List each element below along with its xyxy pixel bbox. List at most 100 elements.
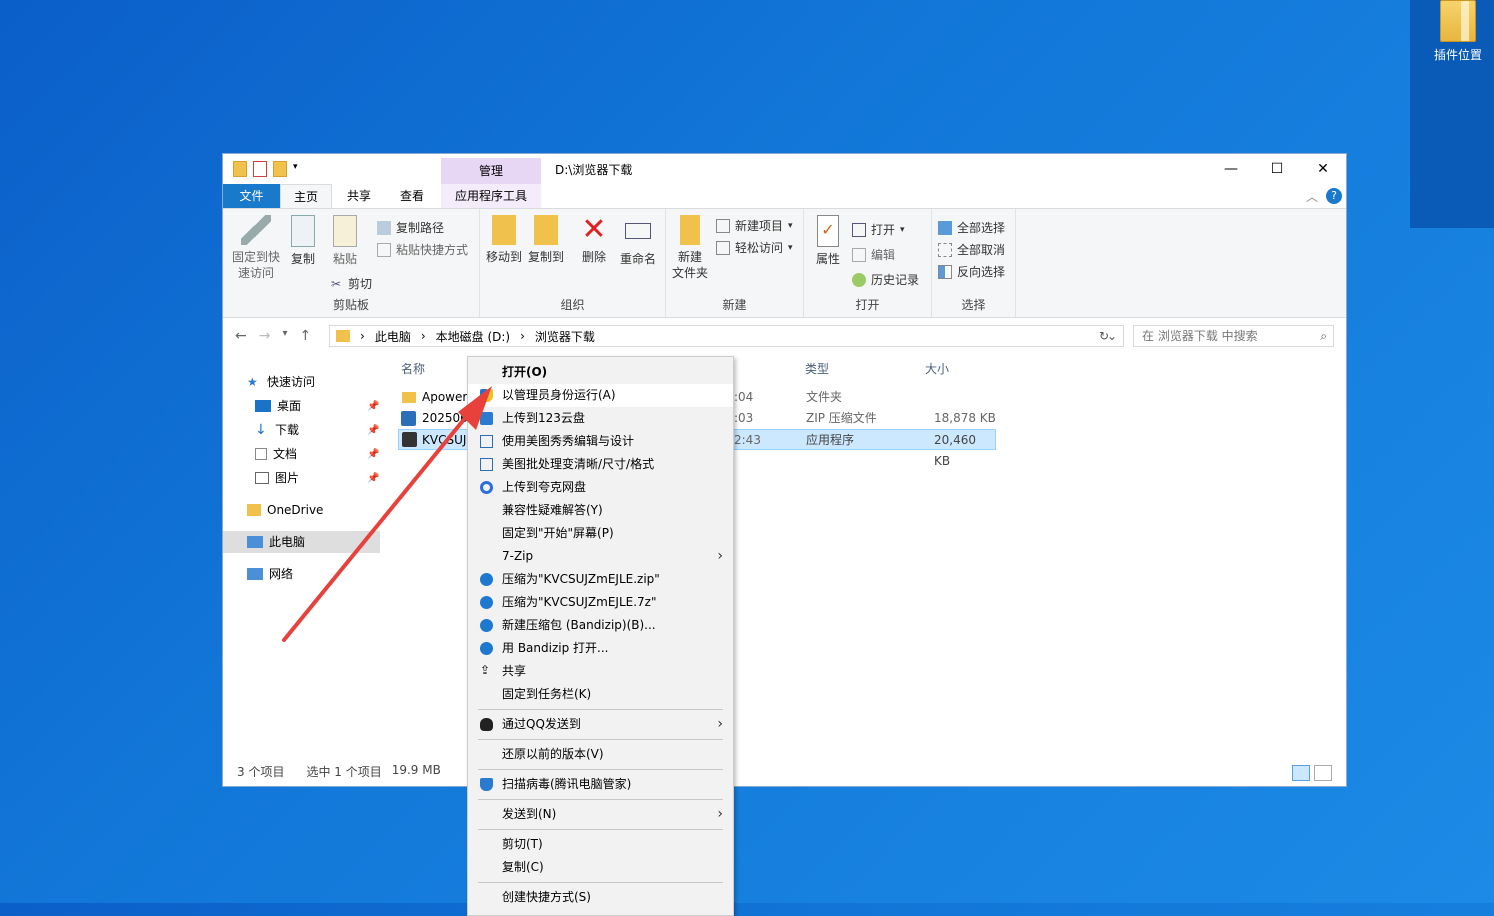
nav-downloads[interactable]: ↓ 下载 [255,419,299,441]
nav-this-pc[interactable]: 此电脑 [223,531,380,553]
ribbon-group-clipboard: 固定到快 速访问 复制 粘贴 复制路径 粘贴快捷方式 ✂ 剪切 剪贴板 [223,209,480,317]
tab-view[interactable]: 查看 [388,184,436,208]
large-icons-view-icon[interactable] [1314,765,1332,781]
bandizip-icon [480,596,493,609]
context-tab-manage[interactable]: 管理 [441,158,541,184]
column-header-size[interactable]: 大小 [925,360,949,377]
menu-item-7zip[interactable]: 7-Zip › [468,545,733,568]
search-input[interactable]: 在 浏览器下载 中搜索 ⌕ [1133,325,1334,347]
nav-quick-access[interactable]: ★ 快速访问 [247,371,315,393]
details-view-icon[interactable] [1292,765,1310,781]
cut-button[interactable]: ✂ 剪切 [329,275,372,292]
column-header-name[interactable]: 名称 [401,360,425,377]
select-all-button[interactable]: 全部选择 [938,219,1005,236]
copy-path-button[interactable]: 复制路径 [377,219,444,236]
menu-item-restore-previous[interactable]: 还原以前的版本(V) [468,743,733,766]
tab-share[interactable]: 共享 [335,184,383,208]
history-button[interactable]: 历史记录 [852,271,919,288]
menu-item-cut[interactable]: 剪切(T) [468,833,733,856]
menu-item-upload-123pan[interactable]: 上传到123云盘 [468,407,733,430]
open-button[interactable]: 打开 ▾ [852,221,905,238]
menu-item-open-bandizip[interactable]: 用 Bandizip 打开... [468,637,733,660]
select-none-button[interactable]: 全部取消 [938,241,1005,258]
minimize-button[interactable]: — [1208,154,1254,184]
collapse-ribbon-icon[interactable]: ︿ [1306,188,1318,205]
menu-item-new-archive-bandizip[interactable]: 新建压缩包 (Bandizip)(B)... [468,614,733,637]
menu-item-share[interactable]: ⇪ 共享 [468,660,733,683]
document-icon [255,448,267,460]
address-bar-row: ← → ▾ ↑ › 此电脑 › 本地磁盘 (D:) › 浏览器下载 ⌄ ↻ 在 … [223,320,1346,352]
menu-item-compatibility[interactable]: 兼容性疑难解答(Y) [468,499,733,522]
copy-button[interactable]: 复制 [287,215,319,267]
paste-button[interactable]: 粘贴 [329,215,361,267]
easy-access-button[interactable]: 轻松访问 ▾ [716,239,793,256]
nav-onedrive[interactable]: OneDrive [247,499,323,521]
invert-selection-button[interactable]: 反向选择 [938,263,1005,280]
nav-network[interactable]: 网络 [247,563,293,585]
copy-path-icon [377,220,391,235]
move-to-button[interactable]: 移动到 [484,215,524,265]
rename-button[interactable]: 重命名 [618,215,658,267]
edit-button[interactable]: 编辑 [852,246,895,263]
open-icon [852,222,866,237]
properties-button[interactable]: ✓ 属性 [810,215,846,267]
breadcrumb-drive-d[interactable]: 本地磁盘 (D:) [436,328,510,345]
quick-access-toolbar: ▾ [233,161,301,177]
menu-item-meitu-batch[interactable]: 美图批处理变清晰/尺寸/格式 [468,453,733,476]
menu-item-scan-virus[interactable]: 扫描病毒(腾讯电脑管家) [468,773,733,796]
bandizip-icon [480,573,493,586]
menu-item-send-to[interactable]: 发送到(N) › [468,803,733,826]
ribbon-tabs: 文件 主页 共享 查看 应用程序工具 ︿ ? [223,184,1346,208]
menu-item-open[interactable]: 打开(O) [468,361,733,384]
menu-item-pin-start[interactable]: 固定到"开始"屏幕(P) [468,522,733,545]
menu-separator [478,799,723,800]
new-folder-icon[interactable] [273,161,287,177]
chevron-right-icon: › [717,806,723,822]
column-header-type[interactable]: 类型 [805,360,829,377]
menu-item-pin-taskbar[interactable]: 固定到任务栏(K) [468,683,733,706]
address-bar[interactable]: › 此电脑 › 本地磁盘 (D:) › 浏览器下载 ⌄ [329,325,1124,347]
new-folder-icon [680,215,700,245]
recent-locations-chevron-icon[interactable]: ▾ [282,328,287,344]
menu-item-meitu-edit[interactable]: 使用美图秀秀编辑与设计 [468,430,733,453]
menu-item-upload-quark[interactable]: 上传到夸克网盘 [468,476,733,499]
back-arrow-icon[interactable]: ← [235,328,247,344]
nav-pictures[interactable]: 图片 [255,467,299,489]
menu-item-compress-zip[interactable]: 压缩为"KVCSUJZmEJLE.zip" [468,568,733,591]
breadcrumb-browser-downloads[interactable]: 浏览器下载 [535,328,595,345]
nav-documents[interactable]: 文档 [255,443,297,465]
new-item-button[interactable]: 新建项目 ▾ [716,217,793,234]
delete-x-icon: ✕ [581,212,607,247]
tab-file[interactable]: 文件 [223,184,280,208]
nav-desktop[interactable]: 桌面 [255,395,301,417]
invert-selection-icon [938,264,952,279]
copy-to-button[interactable]: 复制到 [526,215,566,265]
delete-button[interactable]: ✕ 删除 [578,215,610,265]
breadcrumb-this-pc[interactable]: 此电脑 [375,328,411,345]
pin-to-quick-access-button[interactable]: 固定到快 速访问 [231,215,281,281]
tab-application-tools[interactable]: 应用程序工具 [441,184,541,208]
forward-arrow-icon[interactable]: → [259,328,271,344]
ribbon-group-organize: 移动到 复制到 ✕ 删除 重命名 组织 [480,209,666,317]
ribbon-group-label: 打开 [855,298,880,312]
new-folder-button[interactable]: 新建 文件夹 [670,215,710,281]
help-icon[interactable]: ? [1326,188,1342,204]
menu-item-create-shortcut[interactable]: 创建快捷方式(S) [468,886,733,909]
desktop-icon-plugin-location[interactable]: 插件位置 [1425,0,1491,63]
chevron-down-icon[interactable]: ▾ [293,162,301,176]
up-arrow-icon[interactable]: ↑ [300,328,312,344]
close-button[interactable]: ✕ [1300,154,1346,184]
menu-item-send-via-qq[interactable]: 通过QQ发送到 › [468,713,733,736]
refresh-icon[interactable]: ↻ [1099,329,1109,343]
properties-icon[interactable] [253,161,267,177]
breadcrumb-separator-icon: › [520,329,525,343]
menu-item-run-as-admin[interactable]: 以管理员身份运行(A) [468,384,733,407]
tencent-shield-icon [480,778,493,791]
pin-icon: 📌 [367,401,380,412]
context-menu: 打开(O) 以管理员身份运行(A) 上传到123云盘 使用美图秀秀编辑与设计 美… [467,356,734,916]
menu-item-compress-7z[interactable]: 压缩为"KVCSUJZmEJLE.7z" [468,591,733,614]
maximize-button[interactable]: ☐ [1254,154,1300,184]
tab-home[interactable]: 主页 [280,184,332,208]
menu-item-copy[interactable]: 复制(C) [468,856,733,879]
paste-shortcut-button[interactable]: 粘贴快捷方式 [377,241,468,258]
